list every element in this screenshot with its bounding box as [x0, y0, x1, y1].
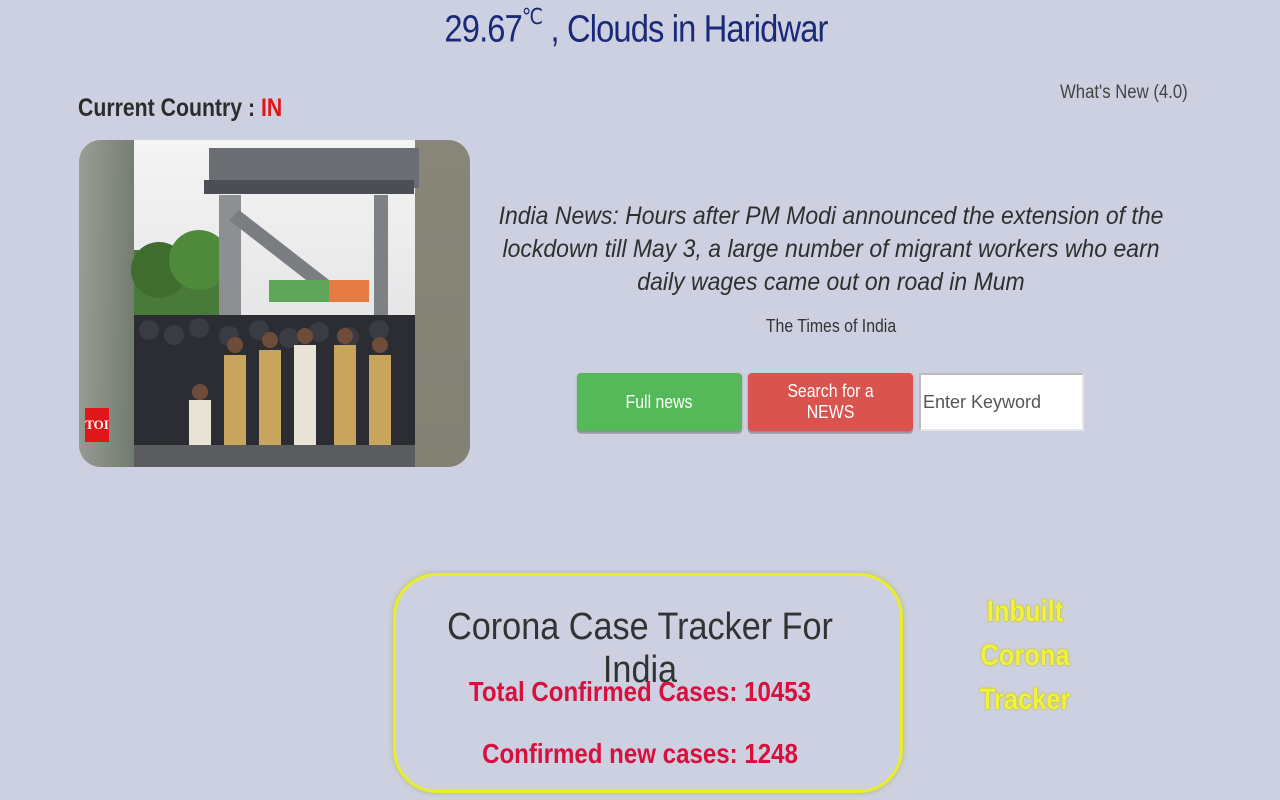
search-news-label: Search for a NEWS — [787, 381, 874, 422]
temperature-unit: ℃ — [521, 4, 543, 29]
news-source: The Times of India — [765, 316, 897, 336]
whats-new-link[interactable]: What's New (4.0) — [1060, 82, 1192, 104]
total-confirmed-cases: Total Confirmed Cases: 10453 — [468, 676, 812, 707]
toi-logo: TOI — [85, 408, 109, 442]
news-photo-illustration — [79, 140, 470, 467]
confirmed-new-cases: Confirmed new cases: 1248 — [482, 738, 798, 769]
corona-tracker-panel: Corona Case Tracker For India Total Conf… — [393, 573, 903, 793]
current-country-label: Current Country : — [78, 94, 261, 122]
weather-condition: , Clouds in Haridwar — [542, 8, 829, 51]
current-country: Current Country : IN — [78, 94, 282, 123]
inbuilt-tracker-label: Inbuilt Corona Tracker — [979, 595, 1071, 716]
full-news-button[interactable]: Full news — [577, 373, 742, 431]
weather-heading: 29.67℃ , Clouds in Haridwar — [89, 4, 1183, 52]
full-news-label: Full news — [626, 391, 693, 412]
keyword-input[interactable] — [919, 373, 1084, 431]
news-image[interactable]: TOI — [79, 140, 470, 467]
newtab-page: 29.67℃ , Clouds in Haridwar What's New (… — [0, 0, 1280, 800]
temperature-value: 29.67 — [444, 8, 522, 51]
search-news-button[interactable]: Search for a NEWS — [748, 373, 913, 431]
country-code: IN — [260, 94, 283, 122]
news-headline: India News: Hours after PM Modi announce… — [498, 202, 1164, 296]
